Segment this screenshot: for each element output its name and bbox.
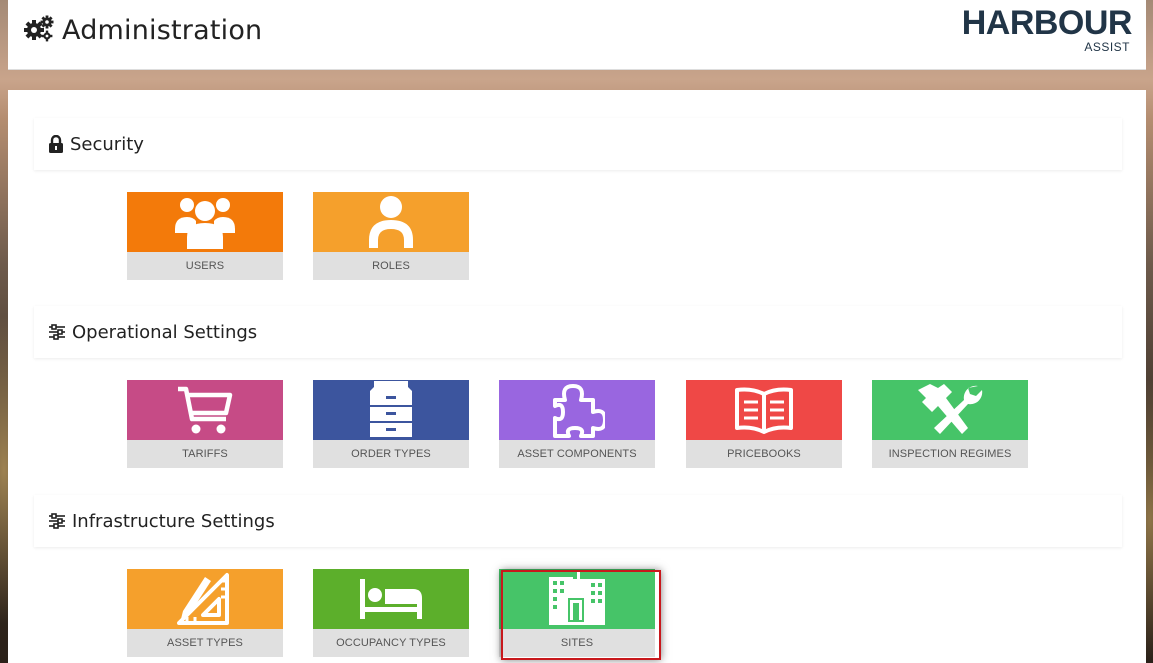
bed-icon [313,569,469,629]
lock-icon [48,135,64,153]
section-operational-settings: Operational Settings [34,306,1122,358]
harbour-assist-logo: HARBOUR ASSIST [952,4,1133,54]
tile-tariffs[interactable]: TARIFFS [127,380,283,468]
tile-label: OCCUPANCY TYPES [313,629,469,657]
sliders-icon [48,513,66,529]
tile-label: ORDER TYPES [313,440,469,468]
section-infrastructure-settings: Infrastructure Settings [34,495,1122,547]
drawers-icon [313,380,469,440]
tile-label: ASSET COMPONENTS [499,440,655,468]
cart-icon [127,380,283,440]
section-title: Security [70,133,144,155]
tile-inspection-regimes[interactable]: INSPECTION REGIMES [872,380,1028,468]
users-icon [127,192,283,252]
drafting-icon [127,569,283,629]
tile-users[interactable]: USERS [127,192,283,280]
tile-label: SITES [499,629,655,657]
tile-label: TARIFFS [127,440,283,468]
section-title: Operational Settings [72,321,258,343]
logo-sub: ASSIST [1084,40,1130,54]
puzzle-icon [499,380,655,440]
tile-sites[interactable]: SITES [499,569,655,657]
tile-label: PRICEBOOKS [686,440,842,468]
gears-icon [22,14,54,46]
sliders-icon [48,324,66,340]
user-icon [313,192,469,252]
title-area: Administration [22,14,262,46]
section-title: Infrastructure Settings [72,510,275,532]
book-icon [686,380,842,440]
logo-word: HARBOUR [961,4,1133,42]
tile-order-types[interactable]: ORDER TYPES [313,380,469,468]
admin-panel: Security USERS ROLES Operational Setting… [8,90,1146,663]
tile-asset-components[interactable]: ASSET COMPONENTS [499,380,655,468]
page-header: Administration HARBOUR ASSIST [8,0,1146,70]
tile-roles[interactable]: ROLES [313,192,469,280]
building-icon [499,569,655,629]
section-security: Security [34,118,1122,170]
page-title: Administration [62,14,263,46]
tile-asset-types[interactable]: ASSET TYPES [127,569,283,657]
tile-label: ASSET TYPES [127,629,283,657]
tile-label: INSPECTION REGIMES [872,440,1028,468]
tile-occupancy-types[interactable]: OCCUPANCY TYPES [313,569,469,657]
tile-pricebooks[interactable]: PRICEBOOKS [686,380,842,468]
tools-icon [872,380,1028,440]
tile-label: ROLES [313,252,469,280]
tile-label: USERS [127,252,283,280]
